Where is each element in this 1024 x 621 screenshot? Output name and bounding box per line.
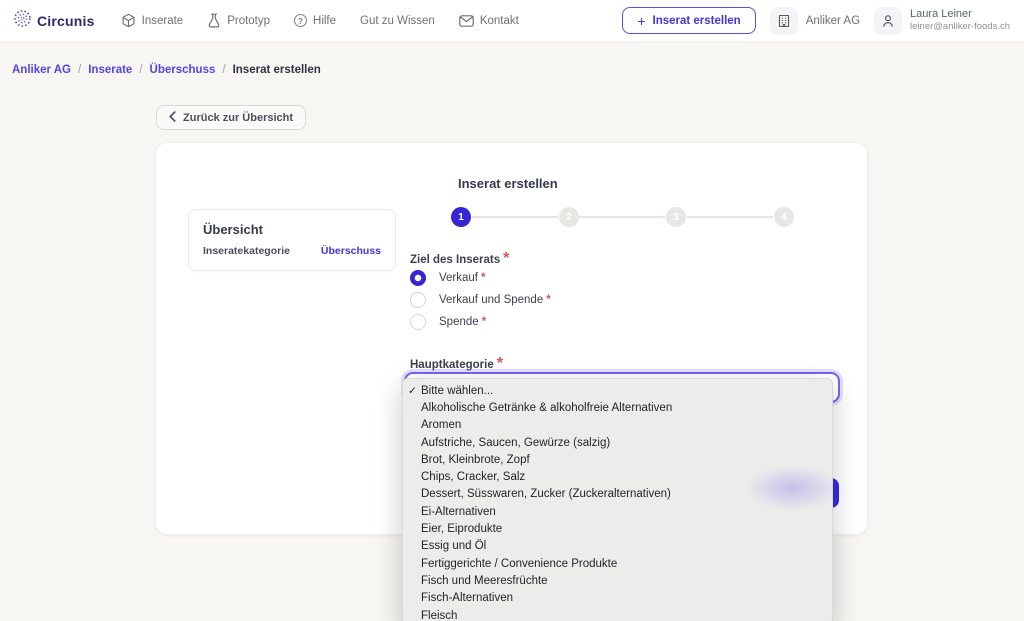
dropdown-option[interactable]: Ei-Alternativen <box>403 503 832 520</box>
step-4: 4 <box>774 207 794 227</box>
overview-title: Übersicht <box>203 222 381 237</box>
check-icon: ✓ <box>408 385 417 397</box>
overview-row-label: Inseratekategorie <box>203 245 290 257</box>
chevron-left-icon <box>169 111 176 125</box>
step-connector <box>687 216 773 218</box>
create-inserat-button[interactable]: + Inserat erstellen <box>622 7 755 34</box>
form-title: Inserat erstellen <box>458 176 558 191</box>
required-asterisk: * <box>546 294 550 306</box>
category-label-row: Hauptkategorie* <box>410 355 503 373</box>
radio-unselected-icon[interactable] <box>410 314 426 330</box>
person-icon <box>874 7 902 35</box>
radio-label: Verkauf und Spende* <box>439 294 551 306</box>
circunis-logo-icon <box>13 9 32 33</box>
dropdown-option-label: Bitte wählen... <box>421 385 493 397</box>
breadcrumb-link-ueberschuss[interactable]: Überschuss <box>150 64 216 76</box>
radio-selected-icon[interactable] <box>410 270 426 286</box>
nav-item-label: Gut zu Wissen <box>360 15 435 27</box>
dropdown-option[interactable]: Alkoholische Getränke & alkoholfreie Alt… <box>403 399 832 416</box>
mail-icon <box>459 15 474 27</box>
nav-item-prototyp[interactable]: Prototyp <box>207 13 270 28</box>
category-dropdown-menu: ✓ Bitte wählen... Alkoholische Getränke … <box>402 378 833 621</box>
required-asterisk: * <box>503 250 509 267</box>
nav-item-kontakt[interactable]: Kontakt <box>459 15 519 27</box>
nav-item-gut-zu-wissen[interactable]: Gut zu Wissen <box>360 15 435 27</box>
radio-label: Spende* <box>439 316 486 328</box>
nav-item-label: Hilfe <box>313 15 336 27</box>
required-asterisk: * <box>497 355 503 372</box>
radio-label: Verkauf* <box>439 272 485 284</box>
user-email: leiner@anliker-foods.ch <box>910 21 1010 33</box>
create-inserat-label: Inserat erstellen <box>653 15 741 27</box>
radio-option-verkauf[interactable]: Verkauf* <box>410 270 485 286</box>
required-asterisk: * <box>482 316 486 328</box>
nav-item-label: Kontakt <box>480 15 519 27</box>
breadcrumb-link-inserate[interactable]: Inserate <box>88 64 132 76</box>
back-to-overview-button[interactable]: Zurück zur Übersicht <box>156 105 306 130</box>
building-icon <box>770 7 798 35</box>
dropdown-option[interactable]: Fisch-Alternativen <box>403 590 832 607</box>
back-button-label: Zurück zur Übersicht <box>183 112 293 124</box>
main-nav: Inserate Prototyp ? Hilfe Gut zu Wissen <box>121 13 519 28</box>
cube-icon <box>121 13 136 28</box>
breadcrumb-link-anliker-ag[interactable]: Anliker AG <box>12 64 71 76</box>
overview-row: Inseratekategorie Überschuss <box>203 245 381 257</box>
step-connector <box>579 216 665 218</box>
dropdown-option[interactable]: Dessert, Süsswaren, Zucker (Zuckeraltern… <box>403 486 832 503</box>
breadcrumb-separator: / <box>222 64 225 76</box>
dropdown-option[interactable]: Aromen <box>403 417 832 434</box>
company-chip[interactable]: Anliker AG <box>770 7 860 35</box>
dropdown-option[interactable]: Fleisch <box>403 607 832 621</box>
dropdown-option[interactable]: Fisch und Meeresfrüchte <box>403 572 832 589</box>
top-navbar: Circunis Inserate Prototyp <box>0 0 1024 42</box>
brand[interactable]: Circunis <box>13 9 95 33</box>
header-right: + Inserat erstellen Anliker AG <box>622 7 1010 35</box>
flask-icon <box>207 13 221 28</box>
step-connector <box>472 216 558 218</box>
breadcrumb-separator: / <box>78 64 81 76</box>
nav-item-inserate[interactable]: Inserate <box>121 13 184 28</box>
required-asterisk: * <box>481 272 485 284</box>
nav-item-hilfe[interactable]: ? Hilfe <box>294 14 336 27</box>
goal-label-row: Ziel des Inserats* <box>410 250 509 268</box>
user-name: Laura Leiner <box>910 8 1010 22</box>
help-icon: ? <box>294 14 307 27</box>
step-1: 1 <box>451 207 471 227</box>
dropdown-option[interactable]: Brot, Kleinbrote, Zopf <box>403 451 832 468</box>
user-text: Laura Leiner leiner@anliker-foods.ch <box>910 8 1010 34</box>
brand-name: Circunis <box>37 13 95 29</box>
overview-row-value[interactable]: Überschuss <box>321 245 381 257</box>
category-label: Hauptkategorie <box>410 359 494 371</box>
dropdown-option[interactable]: Eier, Eiprodukte <box>403 520 832 537</box>
dropdown-option[interactable]: Essig und Öl <box>403 538 832 555</box>
goal-label: Ziel des Inserats <box>410 254 500 266</box>
breadcrumb-separator: / <box>139 64 142 76</box>
dropdown-option[interactable]: Fertiggerichte / Convenience Produkte <box>403 555 832 572</box>
step-2: 2 <box>559 207 579 227</box>
overview-panel: Übersicht Inseratekategorie Überschuss <box>188 209 396 271</box>
nav-item-label: Prototyp <box>227 15 270 27</box>
radio-unselected-icon[interactable] <box>410 292 426 308</box>
breadcrumb: Anliker AG / Inserate / Überschuss / Ins… <box>12 64 321 76</box>
radio-option-verkauf-und-spende[interactable]: Verkauf und Spende* <box>410 292 551 308</box>
user-chip[interactable]: Laura Leiner leiner@anliker-foods.ch <box>874 7 1010 35</box>
page: Circunis Inserate Prototyp <box>0 0 1024 621</box>
dropdown-option-selected[interactable]: ✓ Bitte wählen... <box>403 382 832 399</box>
dropdown-option[interactable]: Aufstriche, Saucen, Gewürze (salzig) <box>403 434 832 451</box>
breadcrumb-current: Inserat erstellen <box>233 64 321 76</box>
radio-option-spende[interactable]: Spende* <box>410 314 486 330</box>
company-name: Anliker AG <box>806 15 860 27</box>
step-3: 3 <box>666 207 686 227</box>
plus-icon: + <box>637 14 645 28</box>
nav-item-label: Inserate <box>142 15 184 27</box>
dropdown-option[interactable]: Chips, Cracker, Salz <box>403 468 832 485</box>
